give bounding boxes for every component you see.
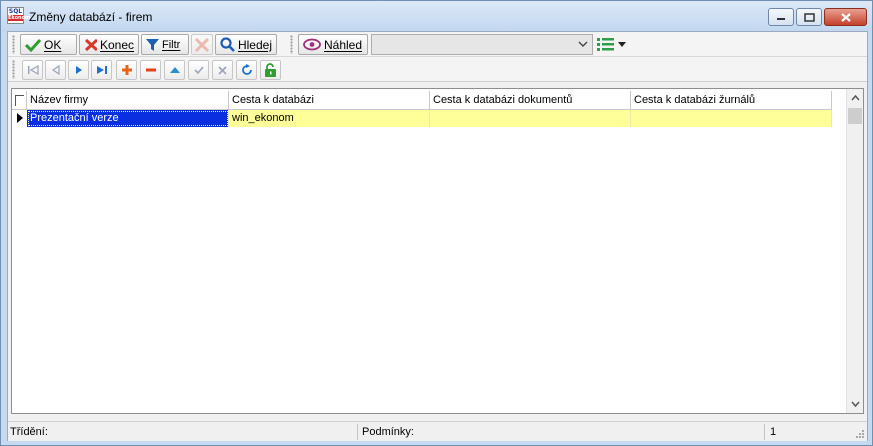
app-icon[interactable]: SQL Ekonom [7, 7, 31, 24]
table-row[interactable]: Prezentační verze win_ekonom [12, 110, 832, 127]
hledej-button[interactable]: Hledej [215, 34, 277, 55]
app-icon-text-bottom: Ekonom [8, 15, 31, 21]
scroll-thumb[interactable] [848, 108, 862, 124]
status-trideni: Třídění: [8, 424, 358, 440]
next-record-button[interactable] [68, 60, 89, 80]
prev-icon [51, 65, 60, 75]
refresh-button[interactable] [236, 60, 257, 80]
close-icon [840, 12, 851, 22]
delete-record-button[interactable] [140, 60, 161, 80]
minimize-button[interactable] [768, 8, 794, 26]
cancel-record-button[interactable] [212, 60, 233, 80]
chevron-down-icon [578, 41, 588, 47]
eye-icon [303, 38, 321, 51]
app-window: SQL Ekonom Změny databází - firem OK Kon… [0, 0, 873, 446]
filter-icon [146, 38, 159, 51]
data-grid[interactable]: Název firmy Cesta k databázi Cesta k dat… [11, 88, 864, 414]
toolbar-grip[interactable] [12, 35, 15, 54]
main-toolbar: OK Konec Filtr Hledej Náhled [8, 32, 867, 57]
last-icon [96, 66, 107, 74]
filtr-button[interactable]: Filtr [141, 34, 189, 55]
dropdown-arrow-icon[interactable] [618, 42, 626, 47]
column-header-cesta-dokumentu[interactable]: Cesta k databázi dokumentů [430, 91, 631, 110]
select-all-checkbox[interactable] [12, 91, 27, 110]
last-record-button[interactable] [91, 60, 112, 80]
prev-record-button[interactable] [45, 60, 66, 80]
cell-cesta[interactable]: win_ekonom [229, 110, 430, 127]
column-header-nazev[interactable]: Název firmy [27, 91, 229, 110]
konec-label: Konec [99, 37, 134, 52]
status-count: 1 [770, 426, 777, 438]
column-header-cesta[interactable]: Cesta k databázi [229, 91, 430, 110]
scroll-down-icon[interactable] [851, 401, 860, 407]
filtr-label: Filtr [162, 38, 181, 51]
clear-filter-button[interactable] [191, 34, 213, 55]
minus-icon [145, 68, 156, 72]
title-bar[interactable]: SQL Ekonom Změny databází - firem [1, 1, 872, 31]
edit-record-button[interactable] [164, 60, 185, 80]
search-icon [220, 37, 235, 52]
navigator-toolbar [8, 57, 867, 82]
toolbar-grip-2[interactable] [290, 35, 293, 54]
maximize-icon [803, 12, 815, 22]
status-podminky: Podmínky: [360, 424, 765, 440]
post-record-button[interactable] [188, 60, 209, 80]
vertical-scrollbar[interactable] [846, 89, 863, 413]
close-button[interactable] [824, 8, 867, 26]
refresh-icon [241, 64, 252, 75]
konec-button[interactable]: Konec [79, 34, 139, 55]
column-header-cesta-zurnalu[interactable]: Cesta k databázi žurnálů [631, 91, 832, 110]
unlock-button[interactable] [260, 60, 281, 80]
ok-button[interactable]: OK [20, 34, 77, 55]
window-title: Změny databází - firem [29, 10, 153, 24]
minimize-icon [777, 18, 785, 20]
cell-nazev[interactable]: Prezentační verze [27, 110, 229, 127]
ok-label: OK [44, 37, 62, 52]
hledej-label: Hledej [237, 37, 272, 52]
app-icon-text-top: SQL [8, 8, 23, 15]
insert-record-button[interactable] [116, 60, 137, 80]
first-icon [27, 65, 39, 75]
x-icon [218, 65, 227, 75]
scroll-up-icon[interactable] [851, 95, 860, 101]
grid-header: Název firmy Cesta k databázi Cesta k dat… [12, 91, 832, 110]
cell-cesta-zurnalu[interactable] [631, 110, 832, 127]
nahled-label: Náhled [324, 37, 363, 52]
resize-grip-icon[interactable] [856, 430, 865, 439]
clear-filter-icon [194, 37, 210, 52]
nahled-button[interactable]: Náhled [298, 34, 368, 55]
triangle-up-icon [169, 67, 180, 73]
list-icon[interactable] [597, 37, 615, 52]
report-combo[interactable] [371, 34, 593, 55]
cell-cesta-dokumentu[interactable] [430, 110, 631, 127]
first-record-button[interactable] [22, 60, 43, 80]
check-icon [193, 65, 204, 74]
next-icon [75, 66, 82, 74]
client-area: OK Konec Filtr Hledej Náhled Název firmy… [7, 31, 868, 441]
navigator-grip[interactable] [12, 60, 15, 79]
status-bar: Třídění: Podmínky: 1 [8, 421, 867, 441]
checkmark-icon [25, 38, 41, 52]
maximize-button[interactable] [796, 8, 822, 26]
current-row-indicator [12, 110, 27, 127]
plus-icon [121, 65, 132, 75]
unlock-icon [265, 62, 276, 77]
close-x-icon [84, 38, 97, 51]
